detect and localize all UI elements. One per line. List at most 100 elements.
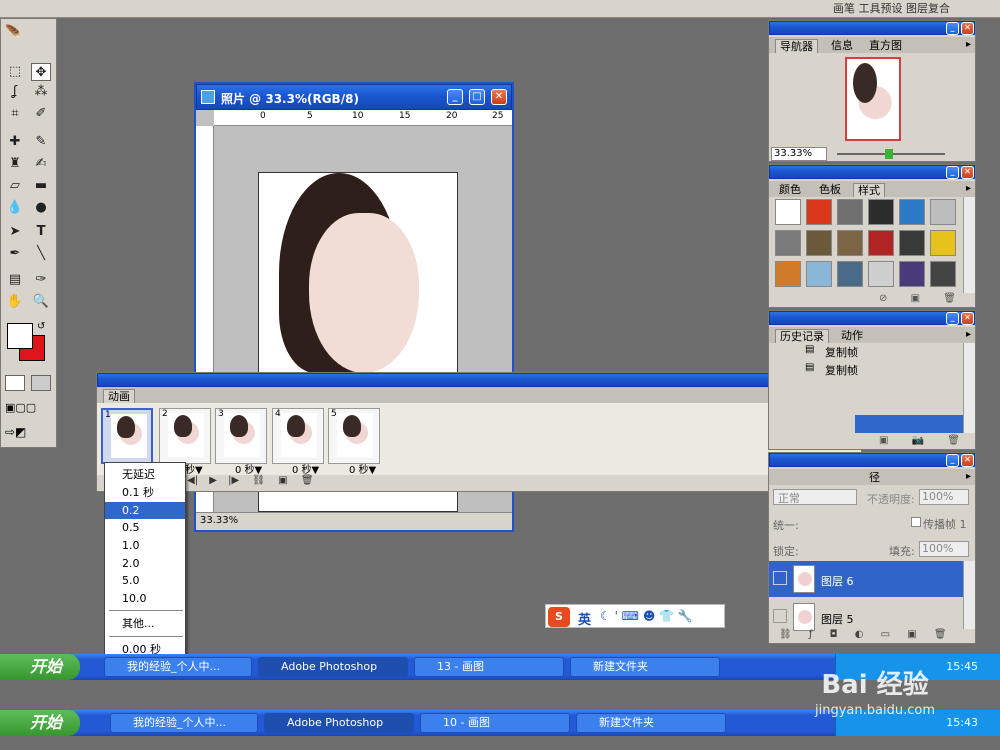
quick-mask-off-icon[interactable]	[5, 375, 25, 391]
hand-tool-icon[interactable]: ✋	[5, 293, 25, 311]
eraser-tool-icon[interactable]: ▱	[5, 177, 25, 195]
delete-style-icon[interactable]: 🗑	[943, 293, 956, 304]
ime-language-label[interactable]: 英	[578, 609, 591, 628]
navigator-close-button[interactable]: ✕	[961, 22, 974, 35]
clear-style-icon[interactable]: ⊘	[879, 293, 887, 304]
navigator-titlebar[interactable]: _ ✕	[769, 21, 975, 35]
taskbar-button-browser[interactable]: 我的经验_个人中...	[104, 657, 252, 677]
navigator-minimize-button[interactable]: _	[946, 22, 959, 35]
delay-option-none[interactable]: 无延迟	[105, 466, 185, 483]
adjustment-layer-icon[interactable]: ◐	[855, 629, 864, 640]
line-tool-icon[interactable]: ╲	[31, 245, 51, 263]
delay-option-10.0[interactable]: 10.0	[105, 590, 185, 607]
styles-close-button[interactable]: ✕	[961, 166, 974, 179]
history-menu-icon[interactable]: ▸	[966, 329, 971, 340]
delete-layer-icon[interactable]: 🗑	[934, 629, 947, 640]
ime-icons[interactable]: ☾ ꞌ ⌨ ☻ 👕 🔧	[600, 609, 693, 623]
style-swatch[interactable]	[930, 261, 956, 287]
style-swatch[interactable]	[837, 261, 863, 287]
frame-4-delay[interactable]: 0 秒▼	[292, 461, 319, 476]
frame-2-delay[interactable]: 秒▼	[185, 461, 203, 476]
new-document-icon[interactable]: ▣	[879, 435, 888, 446]
delay-option-2.0[interactable]: 2.0	[105, 555, 185, 572]
start-button[interactable]: 开始	[0, 710, 80, 736]
delay-option-1.0[interactable]: 1.0	[105, 537, 185, 554]
stamp-tool-icon[interactable]: ♜	[5, 155, 25, 173]
type-tool-icon[interactable]: T	[31, 223, 51, 241]
tab-history[interactable]: 历史记录	[775, 329, 829, 343]
tab-info[interactable]: 信息	[827, 39, 857, 53]
move-tool-icon[interactable]: ✥	[31, 63, 51, 81]
frame-4[interactable]: 4	[272, 408, 324, 464]
layers-close-button[interactable]: ✕	[961, 454, 974, 467]
style-swatch[interactable]	[806, 230, 832, 256]
tab-swatches[interactable]: 色板	[815, 183, 845, 197]
brush-tool-icon[interactable]: ✎	[31, 133, 51, 151]
history-item[interactable]: ▤ 复制帧	[769, 361, 963, 377]
tween-icon[interactable]: ⛓	[252, 475, 265, 486]
styles-menu-icon[interactable]: ▸	[966, 183, 971, 194]
styles-scrollbar[interactable]	[963, 197, 975, 293]
styles-titlebar[interactable]: _ ✕	[769, 165, 975, 179]
taskbar-button-folder[interactable]: 新建文件夹	[570, 657, 720, 677]
style-swatch[interactable]	[899, 230, 925, 256]
style-swatch[interactable]	[806, 199, 832, 225]
blend-mode-select[interactable]: 正常	[773, 489, 857, 505]
frame-2[interactable]: 2	[159, 408, 211, 464]
swap-colors-icon[interactable]: ↺	[37, 321, 45, 332]
delay-option-other[interactable]: 其他...	[105, 615, 185, 632]
style-swatch[interactable]	[868, 230, 894, 256]
path-select-icon[interactable]: ➤	[5, 223, 25, 241]
gradient-tool-icon[interactable]: ▬	[31, 177, 51, 195]
new-group-icon[interactable]: ▭	[881, 629, 890, 640]
style-swatch[interactable]	[899, 261, 925, 287]
new-layer-icon[interactable]: ▣	[907, 629, 916, 640]
layer-row-selected[interactable]: 图层 6	[769, 561, 964, 597]
start-button[interactable]: 开始	[0, 654, 80, 680]
link-layers-icon[interactable]: ⛓	[779, 629, 792, 640]
style-swatch[interactable]	[837, 230, 863, 256]
quick-mask-on-icon[interactable]	[31, 375, 51, 391]
history-brush-icon[interactable]: ✍	[31, 155, 51, 173]
delete-history-icon[interactable]: 🗑	[947, 435, 960, 446]
tab-histogram[interactable]: 直方图	[865, 39, 906, 53]
fill-input[interactable]: 100%	[919, 541, 969, 557]
opacity-input[interactable]: 100%	[919, 489, 969, 505]
next-frame-icon[interactable]: |▶	[228, 475, 239, 486]
document-titlebar[interactable]: 照片 @ 33.3%(RGB/8) _ □ ✕	[196, 84, 512, 110]
navigator-menu-icon[interactable]: ▸	[966, 39, 971, 50]
taskbar-button-paint[interactable]: 10 - 画图	[420, 713, 570, 733]
history-close-button[interactable]: ✕	[961, 312, 974, 325]
style-swatch[interactable]	[930, 199, 956, 225]
minimize-button[interactable]: _	[447, 89, 463, 105]
taskbar-button-photoshop[interactable]: Adobe Photoshop	[264, 713, 414, 733]
sogou-logo-icon[interactable]: S	[548, 607, 570, 627]
tab-navigator[interactable]: 导航器	[775, 39, 818, 53]
history-selected-row[interactable]	[855, 415, 963, 433]
notes-tool-icon[interactable]: ▤	[5, 271, 25, 289]
play-icon[interactable]: ▶	[209, 475, 217, 486]
marquee-tool-icon[interactable]: ⬚	[5, 63, 25, 81]
layer-mask-icon[interactable]: ◘	[830, 629, 838, 640]
frame-3[interactable]: 3	[215, 408, 267, 464]
style-swatch[interactable]	[775, 261, 801, 287]
style-swatch[interactable]	[868, 199, 894, 225]
delete-frame-icon[interactable]: 🗑	[301, 475, 314, 486]
propagate-checkbox[interactable]	[911, 517, 921, 527]
layer-visibility-icon[interactable]	[773, 609, 787, 623]
layer-style-icon[interactable]: ƒ	[809, 629, 813, 640]
frame-1[interactable]: 1	[101, 408, 153, 464]
foreground-color-swatch[interactable]	[7, 323, 33, 349]
slider-thumb[interactable]	[885, 149, 893, 159]
healing-brush-icon[interactable]: ✚	[5, 133, 25, 151]
style-swatch[interactable]	[775, 199, 801, 225]
frame-5[interactable]: 5	[328, 408, 380, 464]
crop-tool-icon[interactable]: ⌗	[5, 105, 25, 123]
tab-actions[interactable]: 动作	[837, 329, 867, 343]
history-item[interactable]: ▤ 复制帧	[769, 343, 963, 359]
slice-tool-icon[interactable]: ✐	[31, 105, 51, 123]
blur-tool-icon[interactable]: 💧	[5, 199, 25, 217]
delay-option-0.1[interactable]: 0.1 秒	[105, 484, 185, 501]
navigator-preview[interactable]	[845, 57, 901, 141]
zoom-tool-icon[interactable]: 🔍	[31, 293, 51, 311]
